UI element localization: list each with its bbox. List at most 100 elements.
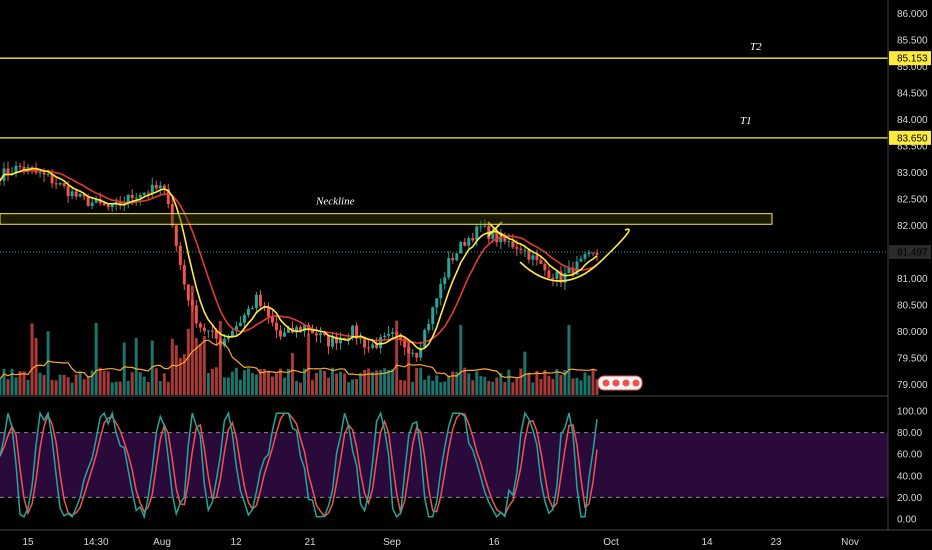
- volume-bar: [234, 367, 238, 395]
- volume-bar: [154, 368, 158, 395]
- candle-body: [535, 255, 539, 261]
- candle-body: [331, 336, 335, 347]
- level-tag-t2: 85.153: [897, 54, 928, 65]
- volume-bar: [535, 370, 539, 395]
- candle-body: [250, 307, 254, 309]
- candle-body: [451, 257, 455, 261]
- volume-bar: [86, 376, 90, 395]
- volume-bar: [583, 372, 587, 395]
- candle-body: [311, 330, 315, 334]
- volume-bar: [238, 379, 242, 395]
- volume-bar: [299, 382, 302, 395]
- volume-bar: [142, 376, 146, 395]
- candle-body: [18, 165, 22, 167]
- volume-bar: [198, 344, 202, 395]
- volume-bar: [451, 371, 455, 395]
- oscillator-band: [0, 432, 888, 498]
- volume-bar: [254, 374, 258, 395]
- volume-bar: [555, 369, 559, 395]
- time-axis[interactable]: 15 14:30 Aug 12 21 Sep 16 Oct 14 23 Nov: [0, 529, 932, 548]
- volume-bar: [94, 322, 98, 395]
- time-tick-label: Nov: [841, 537, 859, 548]
- volume-bar: [106, 371, 110, 395]
- candle-body: [282, 332, 286, 337]
- price-chart[interactable]: T2 T1 Neckline 79.000 79.500 80.000 80.500 8…: [0, 0, 932, 550]
- volume-bar: [282, 377, 286, 395]
- volume-bar: [343, 373, 347, 395]
- volume-bar: [479, 376, 483, 395]
- candle-body: [46, 173, 50, 175]
- candle-body: [266, 307, 270, 317]
- event-dot-icon: [612, 379, 620, 387]
- candle-body: [479, 226, 483, 228]
- volume-bar: [22, 371, 26, 395]
- neckline-zone[interactable]: [0, 213, 773, 225]
- volume-bar: [78, 371, 82, 395]
- volume-bar: [507, 369, 511, 395]
- volume-bar: [30, 323, 34, 395]
- volume-bar: [331, 367, 335, 395]
- price-axis[interactable]: 79.00079.50080.00080.50081.00081.50082.0…: [887, 0, 932, 550]
- volume-bar: [130, 372, 134, 395]
- event-dot-icon: [632, 379, 640, 387]
- candle-body: [130, 194, 134, 199]
- volume-bar: [82, 379, 86, 395]
- oscillator-tick-label: 100.00: [897, 407, 928, 418]
- candle-body: [411, 352, 415, 354]
- candle-body: [507, 241, 511, 243]
- candle-body: [579, 258, 583, 262]
- candle-body: [66, 185, 70, 197]
- volume-bar: [14, 377, 18, 395]
- volume-bar: [266, 372, 270, 395]
- volume-bar: [419, 367, 423, 395]
- price-pane[interactable]: T2 T1 Neckline: [0, 41, 888, 395]
- volume-bar: [539, 379, 543, 395]
- volume-bar: [26, 379, 30, 395]
- time-tick-label: Oct: [603, 537, 619, 548]
- candle-body: [471, 238, 475, 241]
- volume-bar: [307, 333, 311, 395]
- volume-bar: [411, 381, 415, 395]
- oscillator-tick-label: 20.00: [897, 493, 922, 504]
- candle-body: [62, 183, 66, 186]
- candle-body: [242, 315, 246, 323]
- candle-body: [246, 308, 250, 316]
- ma-fast-line: [0, 167, 598, 351]
- volume-bar: [439, 382, 443, 395]
- candle-body: [158, 185, 162, 189]
- volume-bar: [387, 369, 391, 395]
- candle-body: [182, 264, 186, 285]
- price-tick-label: 85.500: [897, 35, 928, 46]
- volume-bar: [359, 373, 363, 395]
- volume-bar: [206, 372, 210, 395]
- volume-bar: [591, 369, 595, 395]
- time-tick-label: 23: [770, 537, 782, 548]
- volume-bar: [250, 372, 254, 395]
- candle-body: [527, 249, 531, 260]
- volume-bar: [118, 381, 122, 395]
- price-tick-label: 79.500: [897, 353, 928, 364]
- event-badge[interactable]: [597, 375, 643, 391]
- candle-body: [515, 247, 519, 249]
- volume-bar: [222, 377, 226, 395]
- candle-body: [258, 294, 262, 307]
- volume-bar: [571, 378, 575, 395]
- candle-body: [202, 327, 206, 332]
- candle-body: [543, 263, 547, 271]
- volume-bar: [278, 368, 282, 395]
- time-tick-label: Sep: [383, 537, 401, 548]
- volume-bar: [2, 368, 6, 395]
- volume-bar: [146, 382, 150, 395]
- candle-body: [146, 192, 150, 194]
- candle-body: [531, 255, 535, 260]
- candle-body: [539, 260, 543, 264]
- price-tick-label: 82.500: [897, 194, 928, 205]
- volume-bar: [295, 380, 298, 395]
- volume-bar: [559, 375, 563, 395]
- candle-body: [238, 322, 242, 326]
- volume-bar: [399, 379, 403, 395]
- candle-body: [395, 332, 399, 335]
- neckline-label: Neckline: [315, 196, 355, 208]
- oscillator-tick-label: 80.00: [897, 428, 922, 439]
- oscillator-pane[interactable]: [0, 410, 888, 520]
